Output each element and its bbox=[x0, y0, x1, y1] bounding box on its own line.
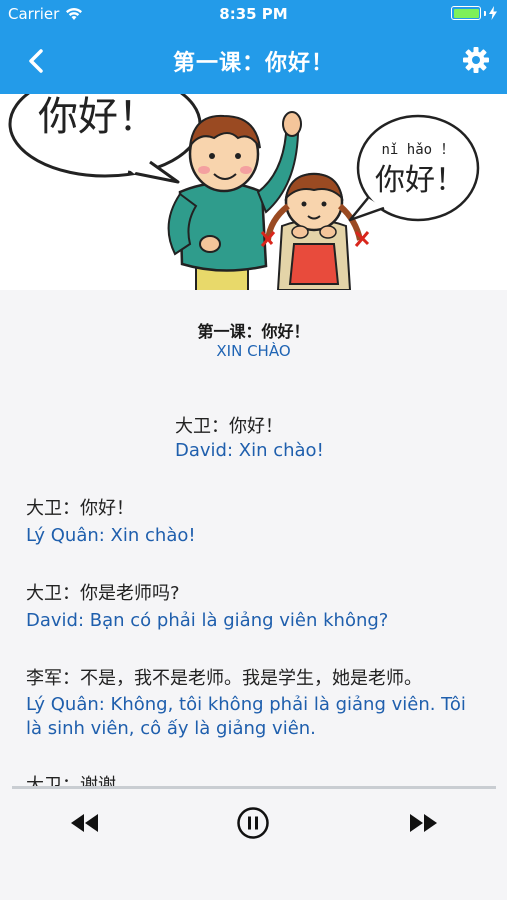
audio-player-controls bbox=[0, 790, 507, 900]
fast-forward-icon[interactable] bbox=[406, 806, 440, 840]
gear-icon[interactable] bbox=[461, 45, 491, 75]
page-title: 第一课：你好！ bbox=[172, 51, 334, 76]
player-divider bbox=[12, 786, 496, 789]
dialogue-line-chinese: 大卫：你好！ bbox=[26, 498, 134, 519]
lesson-illustration: 你好！ nǐ hǎo ！ 你好！ bbox=[0, 94, 507, 290]
speech-bubble-right: nǐ hǎo ！ 你好！ bbox=[348, 114, 480, 222]
dialogue-line-chinese: 大卫：你好！ bbox=[175, 416, 283, 437]
lesson-title: 第一课：你好！ bbox=[197, 322, 310, 341]
dialogue-line-translation: Lý Quân: Xin chào! bbox=[26, 525, 196, 546]
pause-circle-icon[interactable] bbox=[236, 806, 270, 840]
speech-bubble-left: 你好！ bbox=[8, 94, 202, 184]
battery-icon bbox=[451, 6, 481, 20]
dialogue-line-translation: David: Xin chào! bbox=[175, 440, 324, 461]
status-time: 8:35 PM bbox=[219, 5, 288, 23]
battery-indicator bbox=[451, 6, 497, 20]
lesson-subtitle: XIN CHÀO bbox=[216, 342, 291, 360]
dialogue-line-chinese: 大卫：你是老师吗? bbox=[26, 583, 180, 604]
greeting-cartoon-image: 你好！ nǐ hǎo ！ 你好！ bbox=[8, 94, 480, 290]
bubble-right-pinyin: nǐ hǎo ！ bbox=[381, 142, 454, 158]
charging-icon bbox=[489, 6, 497, 20]
dialogue-line-translation: Lý Quân: Không, tôi không phải là giảng … bbox=[26, 694, 466, 739]
dialogue-line-chinese: 李军：不是，我不是老师。我是学生，她是老师。 bbox=[26, 668, 422, 689]
lesson-content[interactable]: 第一课：你好！ XIN CHÀO 大卫：你好！ David: Xin chào!… bbox=[0, 290, 507, 788]
navigation-bar: 第一课：你好！ bbox=[0, 28, 507, 94]
rewind-icon[interactable] bbox=[68, 806, 102, 840]
status-bar: Carrier 8:35 PM bbox=[0, 0, 507, 28]
dialogue-line-translation: David: Bạn có phải là giảng viên không? bbox=[26, 610, 389, 631]
bubble-right-text: 你好！ bbox=[375, 163, 465, 198]
bubble-left-text: 你好！ bbox=[38, 94, 158, 140]
